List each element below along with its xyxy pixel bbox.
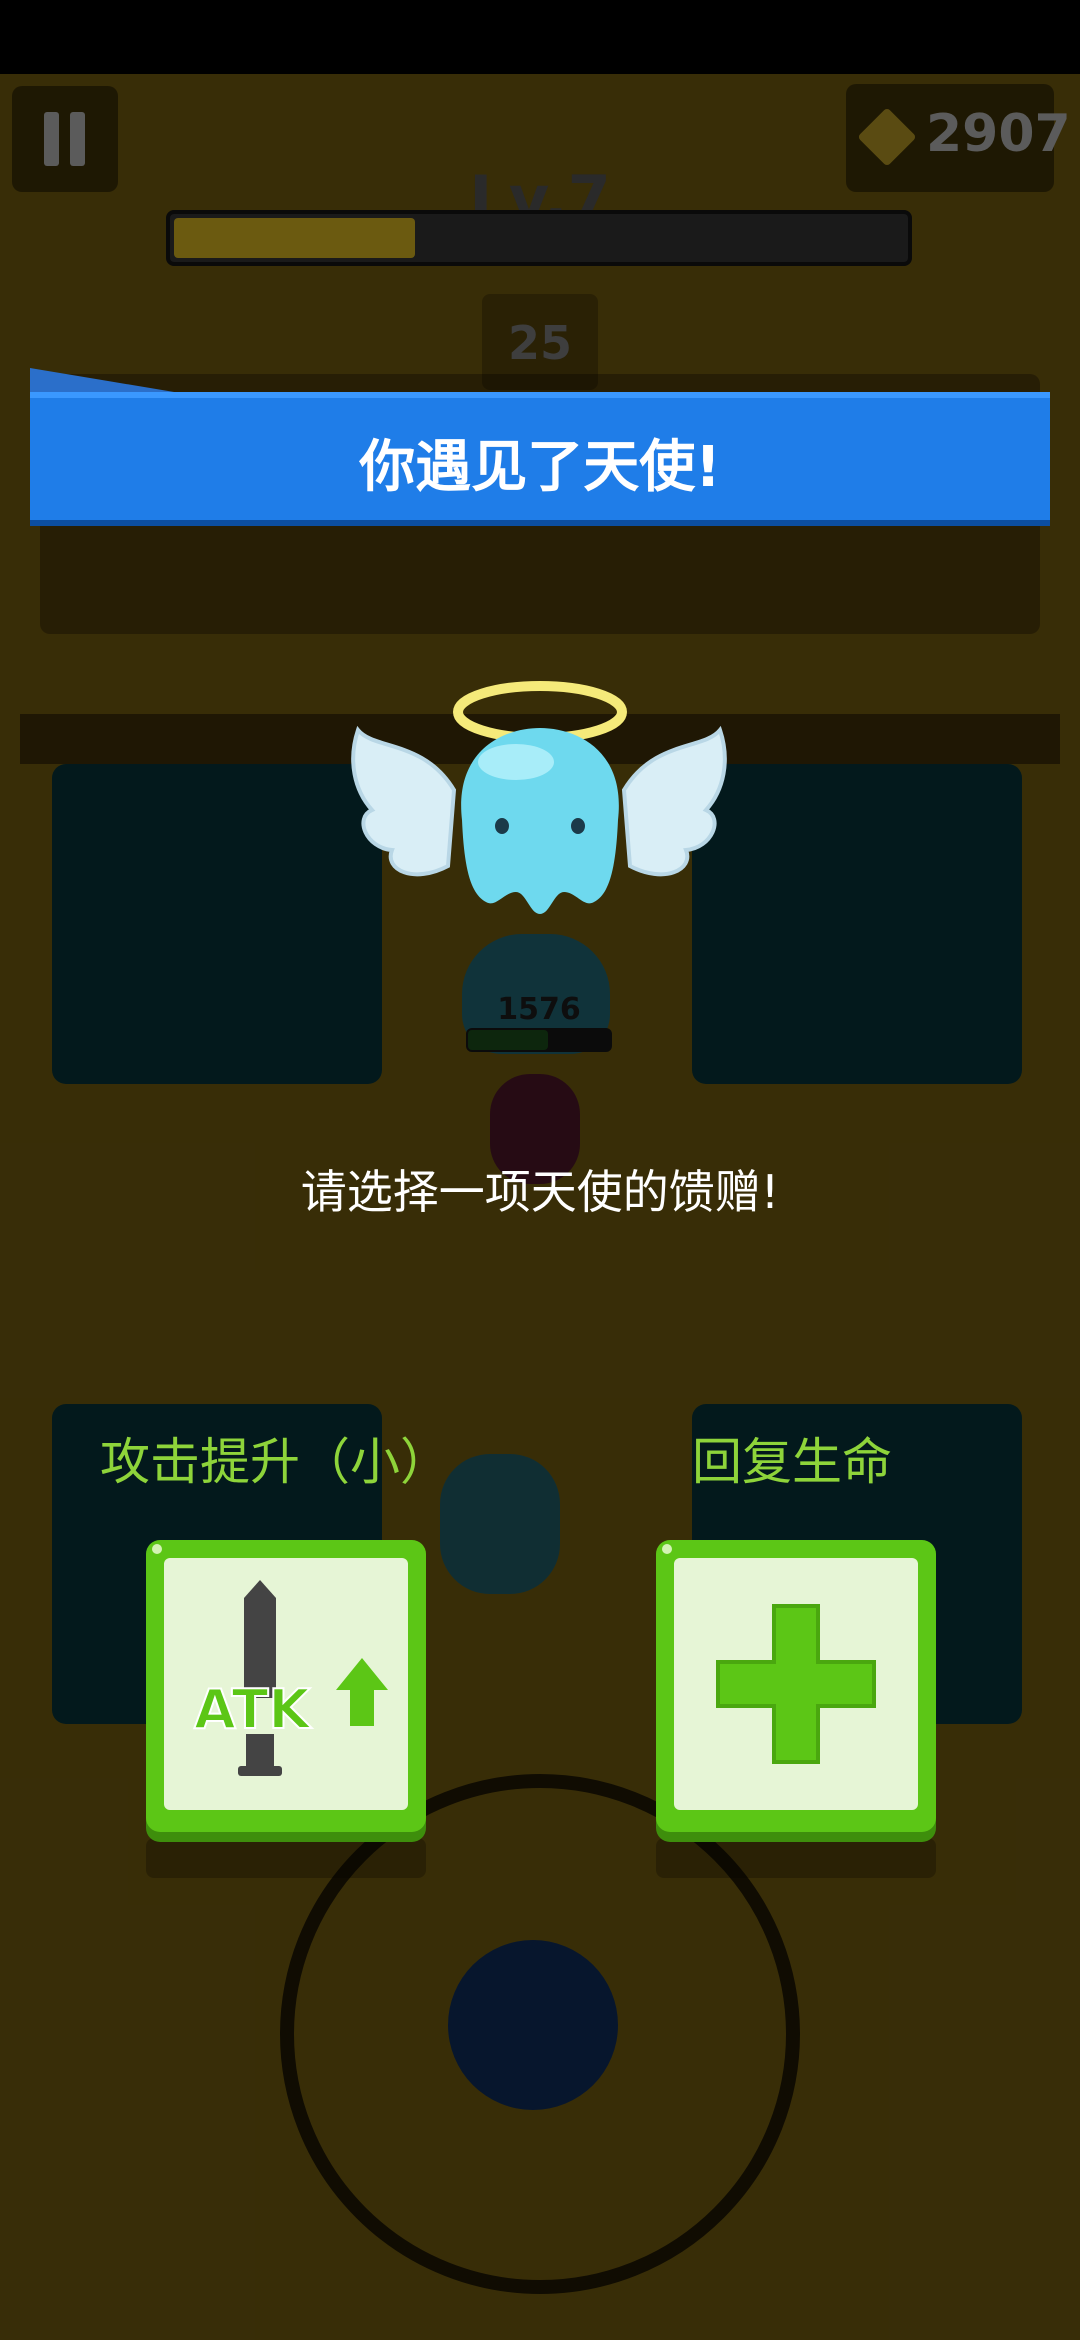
attack-up-option-button[interactable]: ATK [146, 1540, 426, 1832]
pause-icon [44, 112, 59, 166]
heal-plus-icon [716, 1604, 876, 1764]
banner-title: 你遇见了天使! [359, 435, 721, 500]
right-wing-icon [621, 725, 727, 877]
xp-bar [166, 210, 912, 266]
event-banner: 你遇见了天使! [30, 392, 1050, 526]
heal-option-button[interactable] [656, 1540, 936, 1832]
choice-prompt: 请选择一项天使的馈赠! [300, 1165, 780, 1219]
atk-text: ATK [194, 1678, 312, 1741]
option-label-attack-up: 攻击提升（小） [100, 1433, 450, 1491]
coin-count: 2907 [926, 104, 1071, 164]
left-wing-icon [351, 725, 457, 877]
card-inner [674, 1558, 918, 1810]
right-eye [571, 818, 585, 834]
game-screen: 1576 2907 Lv.7 25 你遇见了天使! [0, 0, 1080, 2340]
pause-icon-bar [70, 112, 85, 166]
card-shadow-attack [146, 1838, 426, 1878]
left-eye [495, 818, 509, 834]
card-shadow-heal [656, 1838, 936, 1878]
xp-bar-fill [174, 218, 415, 258]
card-dot [662, 1544, 672, 1554]
gem-coin-icon [857, 107, 917, 167]
status-bar [0, 0, 1080, 74]
atk-up-sword-icon: ATK [193, 1580, 388, 1776]
arrow-up-icon [336, 1658, 388, 1726]
card-dot [152, 1544, 162, 1554]
angel-icon [351, 681, 727, 914]
wave-counter: 25 [482, 294, 598, 390]
option-label-heal: 回复生命 [692, 1433, 892, 1491]
wave-number: 25 [507, 316, 572, 370]
card-inner: ATK [164, 1558, 408, 1810]
